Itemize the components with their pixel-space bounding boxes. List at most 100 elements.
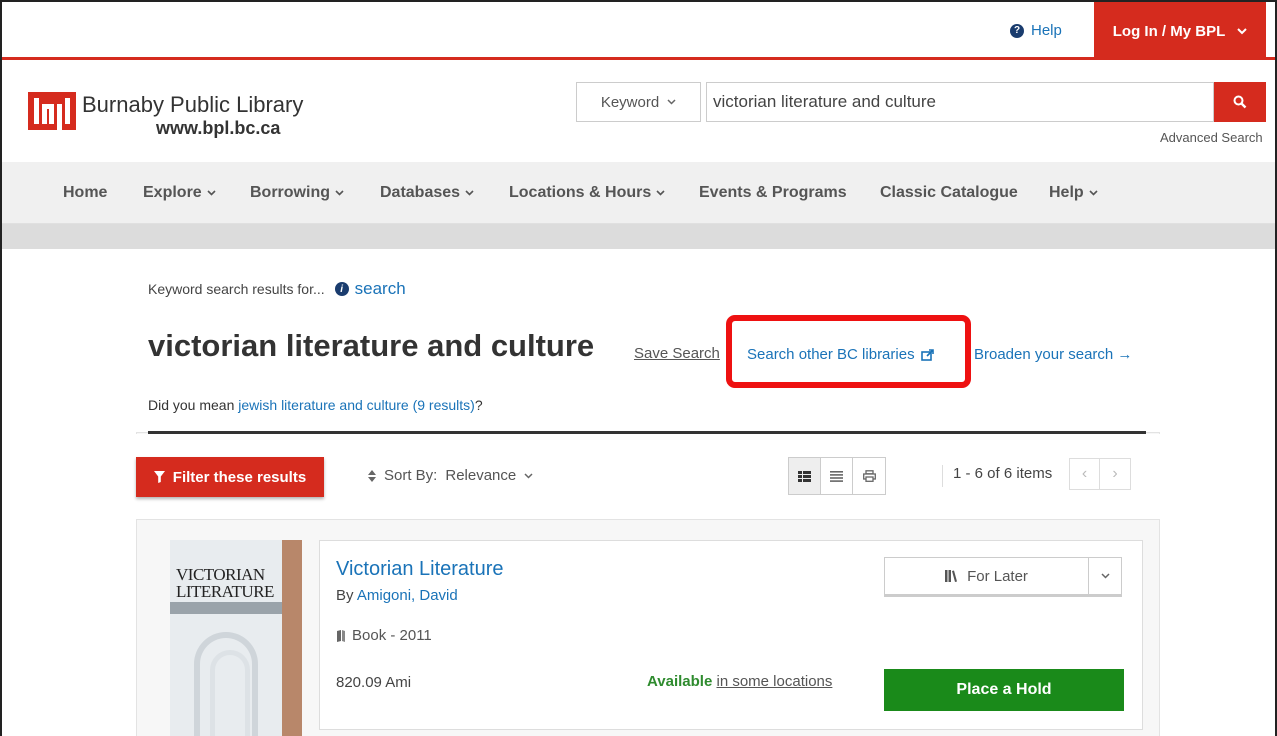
bpl-logo-icon xyxy=(28,92,76,130)
question-icon: ? xyxy=(1010,23,1024,38)
compact-list-view-button[interactable] xyxy=(821,458,853,494)
call-number: 820.09 Ami xyxy=(336,674,412,691)
annotation-highlight-box xyxy=(726,315,971,388)
nav-item-databases[interactable]: Databases xyxy=(380,184,474,202)
book-cover[interactable]: VICTORIAN LITERATURE xyxy=(170,540,302,736)
did-you-mean-prefix: Did you mean xyxy=(148,397,239,413)
info-icon: i xyxy=(334,282,349,296)
arrow-right-icon: → xyxy=(1117,346,1133,363)
for-later-control: For Later xyxy=(884,557,1122,597)
chevron-down-icon xyxy=(667,99,676,105)
grid-list-view-button[interactable] xyxy=(789,458,821,494)
pagination-count: 1 - 6 of 6 items xyxy=(942,465,1052,487)
item-format: Book - 2011 xyxy=(336,627,432,644)
availability: Available in some locations xyxy=(647,673,832,690)
page-title: victorian literature and culture xyxy=(148,328,595,363)
chevron-down-icon xyxy=(1089,190,1098,196)
nav-label: Explore xyxy=(143,184,202,201)
chevron-down-icon xyxy=(465,190,474,196)
author-prefix: By xyxy=(336,587,354,604)
search-icon xyxy=(1233,95,1247,109)
browser-frame: ? Help Log In / My BPL Burnaby Public Li… xyxy=(0,0,1277,736)
login-button[interactable]: Log In / My BPL xyxy=(1094,2,1266,60)
broaden-search-link[interactable]: Broaden your search → xyxy=(974,346,1132,363)
availability-status: Available xyxy=(647,673,713,690)
list-icon xyxy=(830,470,843,482)
chevron-down-icon xyxy=(656,190,665,196)
nav-item-events[interactable]: Events & Programs xyxy=(699,184,847,202)
author-link[interactable]: Amigoni, David xyxy=(357,587,458,604)
help-link[interactable]: ? Help xyxy=(1010,22,1062,39)
search-button[interactable] xyxy=(1214,82,1266,122)
save-search-link[interactable]: Save Search xyxy=(634,345,720,362)
main-nav: Home Explore Borrowing Databases Locatio… xyxy=(2,162,1275,224)
nav-label: Databases xyxy=(380,184,461,201)
next-page-button[interactable]: › xyxy=(1100,459,1130,489)
nav-label: Events & Programs xyxy=(699,184,847,201)
place-hold-button[interactable]: Place a Hold xyxy=(884,669,1124,711)
help-label: Help xyxy=(1031,22,1062,39)
nav-label: Help xyxy=(1049,184,1084,201)
for-later-label: For Later xyxy=(967,567,1028,585)
library-url: www.bpl.bc.ca xyxy=(156,118,281,138)
print-button[interactable] xyxy=(853,458,885,494)
nav-label: Borrowing xyxy=(250,184,330,201)
chevron-right-icon: › xyxy=(1112,465,1118,482)
nav-item-home[interactable]: Home xyxy=(63,184,107,202)
nav-item-explore[interactable]: Explore xyxy=(143,184,216,202)
prev-page-button[interactable]: ‹ xyxy=(1070,459,1100,489)
did-you-mean-suffix: ? xyxy=(474,397,483,413)
search-info-link[interactable]: i search xyxy=(334,279,406,299)
login-label: Log In / My BPL xyxy=(1112,22,1226,40)
chevron-left-icon: ‹ xyxy=(1081,465,1088,482)
sort-value: Relevance xyxy=(445,467,517,484)
detailed-list-icon xyxy=(798,470,811,482)
filter-label: Filter these results xyxy=(172,468,307,486)
filter-results-button[interactable]: Filter these results xyxy=(136,457,324,497)
utility-bar: ? Help Log In / My BPL xyxy=(2,2,1275,60)
nav-item-locations[interactable]: Locations & Hours xyxy=(509,184,665,202)
chevron-down-icon xyxy=(207,190,216,196)
filter-icon xyxy=(153,471,165,483)
nav-label: Locations & Hours xyxy=(509,184,652,201)
print-icon xyxy=(862,470,876,482)
sort-prefix: Sort By: xyxy=(384,467,438,484)
for-later-button[interactable]: For Later xyxy=(885,558,1089,594)
search-scope-select[interactable]: Keyword xyxy=(576,82,701,122)
availability-locations-link[interactable]: in some locations xyxy=(716,673,832,690)
chevron-down-icon xyxy=(524,472,533,479)
search-info-label: search xyxy=(354,279,406,298)
pagination: ‹ › xyxy=(1069,458,1131,490)
advanced-search-link[interactable]: Advanced Search xyxy=(1160,130,1263,145)
sort-icon xyxy=(368,469,376,482)
sub-nav-bar xyxy=(2,224,1275,249)
nav-item-borrowing[interactable]: Borrowing xyxy=(250,184,344,202)
item-author: By Amigoni, David xyxy=(336,587,458,604)
nav-label: Home xyxy=(63,184,108,201)
book-icon xyxy=(337,629,345,642)
results-intro-label: Keyword search results for... xyxy=(148,281,325,297)
cover-title-line2: LITERATURE xyxy=(176,582,274,601)
chevron-down-icon xyxy=(335,190,344,196)
results-intro: Keyword search results for... i search xyxy=(148,279,406,299)
chevron-down-icon xyxy=(1237,27,1247,34)
did-you-mean: Did you mean jewish literature and cultu… xyxy=(148,397,483,413)
did-you-mean-link[interactable]: jewish literature and culture (9 results… xyxy=(238,397,475,413)
nav-label: Classic Catalogue xyxy=(880,184,1018,201)
library-name: Burnaby Public Library xyxy=(82,92,304,117)
view-toggle xyxy=(788,457,886,495)
broaden-label: Broaden your search xyxy=(974,346,1114,363)
chevron-down-icon xyxy=(1100,573,1110,579)
sort-by-select[interactable]: Sort By: Relevance xyxy=(368,467,533,484)
results-divider xyxy=(148,431,1146,434)
search-input[interactable] xyxy=(706,82,1214,122)
item-format-label: Book - 2011 xyxy=(352,627,432,644)
nav-item-help[interactable]: Help xyxy=(1049,184,1098,202)
search-scope-label: Keyword xyxy=(600,93,660,111)
for-later-dropdown[interactable] xyxy=(1089,558,1121,594)
library-logo[interactable]: Burnaby Public Library www.bpl.bc.ca xyxy=(28,92,303,138)
cover-title-line1: VICTORIAN xyxy=(176,565,265,584)
nav-item-classic-catalogue[interactable]: Classic Catalogue xyxy=(880,184,1018,202)
item-title-link[interactable]: Victorian Literature xyxy=(336,558,504,581)
shelf-icon xyxy=(945,570,958,582)
